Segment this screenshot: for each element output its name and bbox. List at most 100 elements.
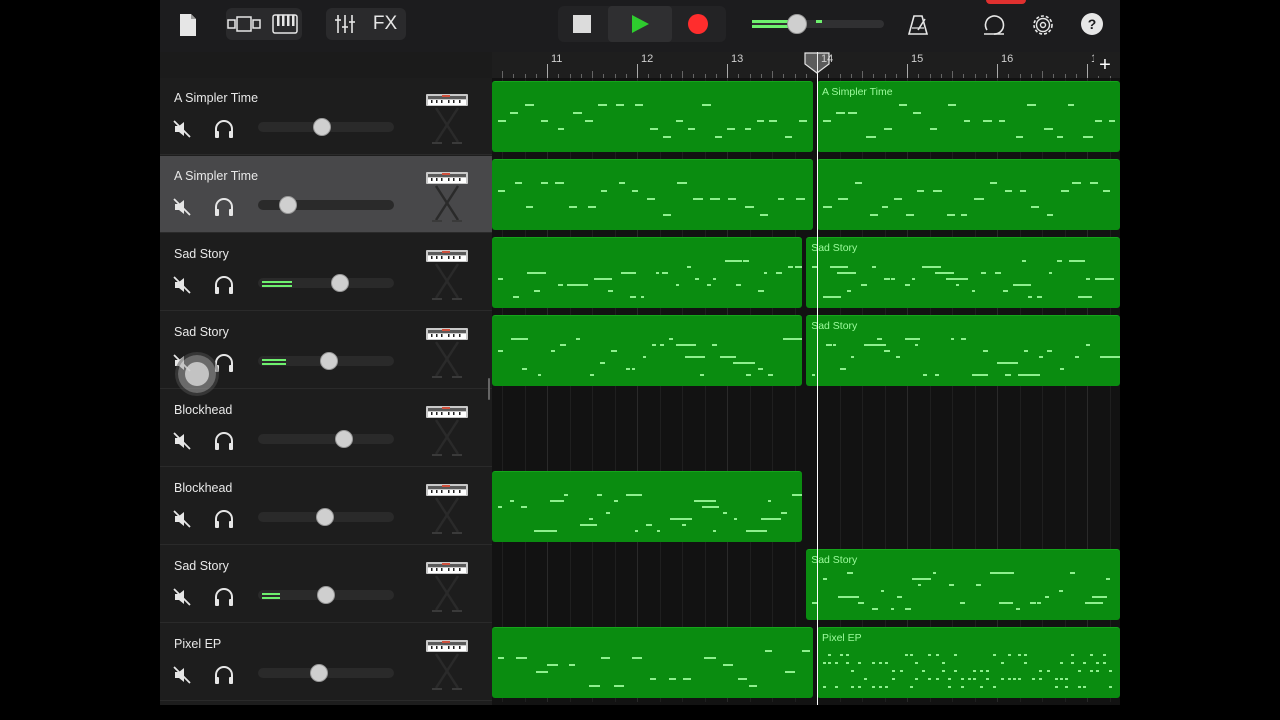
midi-region[interactable]: A Simpler Time — [817, 81, 1120, 152]
track-lane[interactable] — [492, 156, 1120, 234]
midi-note — [993, 654, 997, 656]
mute-icon[interactable] — [169, 194, 195, 220]
volume-knob[interactable] — [312, 118, 331, 136]
headphones-icon[interactable] — [211, 662, 237, 688]
track-lane[interactable]: A Simpler Time A Simpler Time — [492, 78, 1120, 156]
midi-note — [1086, 278, 1090, 280]
midi-region[interactable] — [492, 159, 813, 230]
track-lane[interactable]: Sad Story — [492, 546, 1120, 624]
tracks-view-icon[interactable] — [226, 12, 262, 36]
keyboard-instrument-icon[interactable] — [422, 480, 472, 536]
midi-region[interactable]: Sad Story — [806, 237, 1120, 308]
mute-icon[interactable] — [169, 272, 195, 298]
midi-note — [1065, 678, 1069, 680]
playhead-handle[interactable] — [804, 52, 830, 74]
headphones-icon[interactable] — [211, 194, 237, 220]
volume-knob[interactable] — [278, 196, 297, 214]
keyboard-instrument-icon[interactable] — [422, 324, 472, 380]
midi-note — [701, 104, 712, 106]
volume-knob[interactable] — [310, 664, 329, 682]
track-lane[interactable] — [492, 390, 1120, 468]
headphones-icon[interactable] — [211, 428, 237, 454]
midi-note — [975, 584, 981, 586]
grid-line — [1109, 390, 1111, 468]
keyboard-instrument-icon[interactable] — [422, 246, 472, 302]
track-name: Blockhead — [174, 403, 233, 417]
keyboard-instrument-icon[interactable] — [422, 90, 472, 146]
midi-region[interactable]: Pixel EP — [817, 627, 1120, 698]
track-lane[interactable]: Pixel EP Pixel EP — [492, 624, 1120, 702]
track-header[interactable]: Sad Story — [160, 546, 492, 623]
metronome-icon[interactable] — [904, 12, 932, 38]
midi-note — [1095, 662, 1099, 664]
midi-note — [669, 518, 693, 520]
track-lane[interactable]: Sad Story Sad Story — [492, 234, 1120, 312]
midi-note — [695, 278, 699, 280]
midi-note — [1044, 596, 1050, 598]
midi-note — [823, 120, 831, 122]
track-lane[interactable]: Sad Story Sad Story — [492, 312, 1120, 390]
track-name: Sad Story — [174, 559, 229, 573]
record-button[interactable] — [680, 10, 716, 38]
midi-note — [1007, 654, 1011, 656]
midi-note — [1018, 678, 1022, 680]
midi-region[interactable]: Sad Story — [492, 471, 802, 542]
midi-region[interactable]: Sad Story — [492, 315, 802, 386]
play-button[interactable] — [608, 6, 672, 42]
midi-note — [871, 686, 875, 688]
midi-region[interactable]: Sad Story — [492, 237, 802, 308]
tracks-area[interactable]: A Simpler TimeA Simpler TimeSad StorySad… — [492, 78, 1120, 705]
stop-button[interactable] — [564, 10, 600, 38]
keyboard-instrument-icon[interactable] — [422, 636, 472, 692]
header-resize-handle[interactable] — [488, 378, 490, 400]
mixer-icon[interactable] — [331, 12, 359, 36]
midi-region[interactable]: Sad Story — [806, 315, 1120, 386]
mute-icon[interactable] — [169, 116, 195, 142]
midi-note — [597, 494, 602, 496]
midi-note — [735, 284, 742, 286]
midi-note — [872, 608, 878, 610]
track-header[interactable]: Pixel EP — [160, 624, 492, 701]
keyboard-instrument-icon[interactable] — [422, 558, 472, 614]
volume-knob[interactable] — [334, 430, 353, 448]
track-name: A Simpler Time — [174, 91, 259, 105]
mute-icon[interactable] — [169, 584, 195, 610]
midi-note — [655, 272, 660, 274]
track-header[interactable]: A Simpler Time — [160, 156, 492, 233]
fx-button[interactable]: FX — [366, 12, 404, 36]
volume-knob[interactable] — [319, 352, 338, 370]
headphones-icon[interactable] — [211, 506, 237, 532]
master-volume-knob[interactable] — [787, 14, 807, 34]
mute-icon[interactable] — [169, 428, 195, 454]
volume-knob[interactable] — [330, 274, 349, 292]
mute-icon[interactable] — [169, 662, 195, 688]
midi-note — [915, 678, 919, 680]
mute-icon[interactable] — [169, 506, 195, 532]
midi-region[interactable]: Sad Story — [806, 549, 1120, 620]
midi-note — [839, 654, 843, 656]
loop-icon[interactable] — [980, 12, 1008, 38]
track-header[interactable]: Blockhead — [160, 468, 492, 545]
keyboard-icon[interactable] — [270, 12, 300, 36]
track-header[interactable]: Blockhead — [160, 390, 492, 467]
midi-region[interactable]: A Simpler Time — [492, 81, 813, 152]
add-section-button[interactable]: + — [1094, 54, 1116, 76]
keyboard-instrument-icon[interactable] — [422, 168, 472, 224]
track-header[interactable]: Sad Story — [160, 234, 492, 311]
midi-region[interactable] — [817, 159, 1120, 230]
track-lane[interactable]: Sad Story — [492, 468, 1120, 546]
midi-region[interactable]: Pixel EP — [492, 627, 813, 698]
midi-note — [687, 128, 696, 130]
volume-knob[interactable] — [317, 586, 335, 604]
headphones-icon[interactable] — [211, 116, 237, 142]
keyboard-instrument-icon[interactable] — [422, 402, 472, 458]
headphones-icon[interactable] — [211, 272, 237, 298]
track-header[interactable]: A Simpler Time — [160, 78, 492, 155]
help-button[interactable]: ? — [1081, 13, 1103, 35]
volume-slider-track[interactable] — [258, 434, 394, 444]
gear-icon[interactable] — [1029, 12, 1057, 38]
headphones-icon[interactable] — [211, 584, 237, 610]
volume-knob[interactable] — [315, 508, 334, 526]
midi-note — [857, 602, 864, 604]
document-icon[interactable] — [176, 12, 200, 38]
